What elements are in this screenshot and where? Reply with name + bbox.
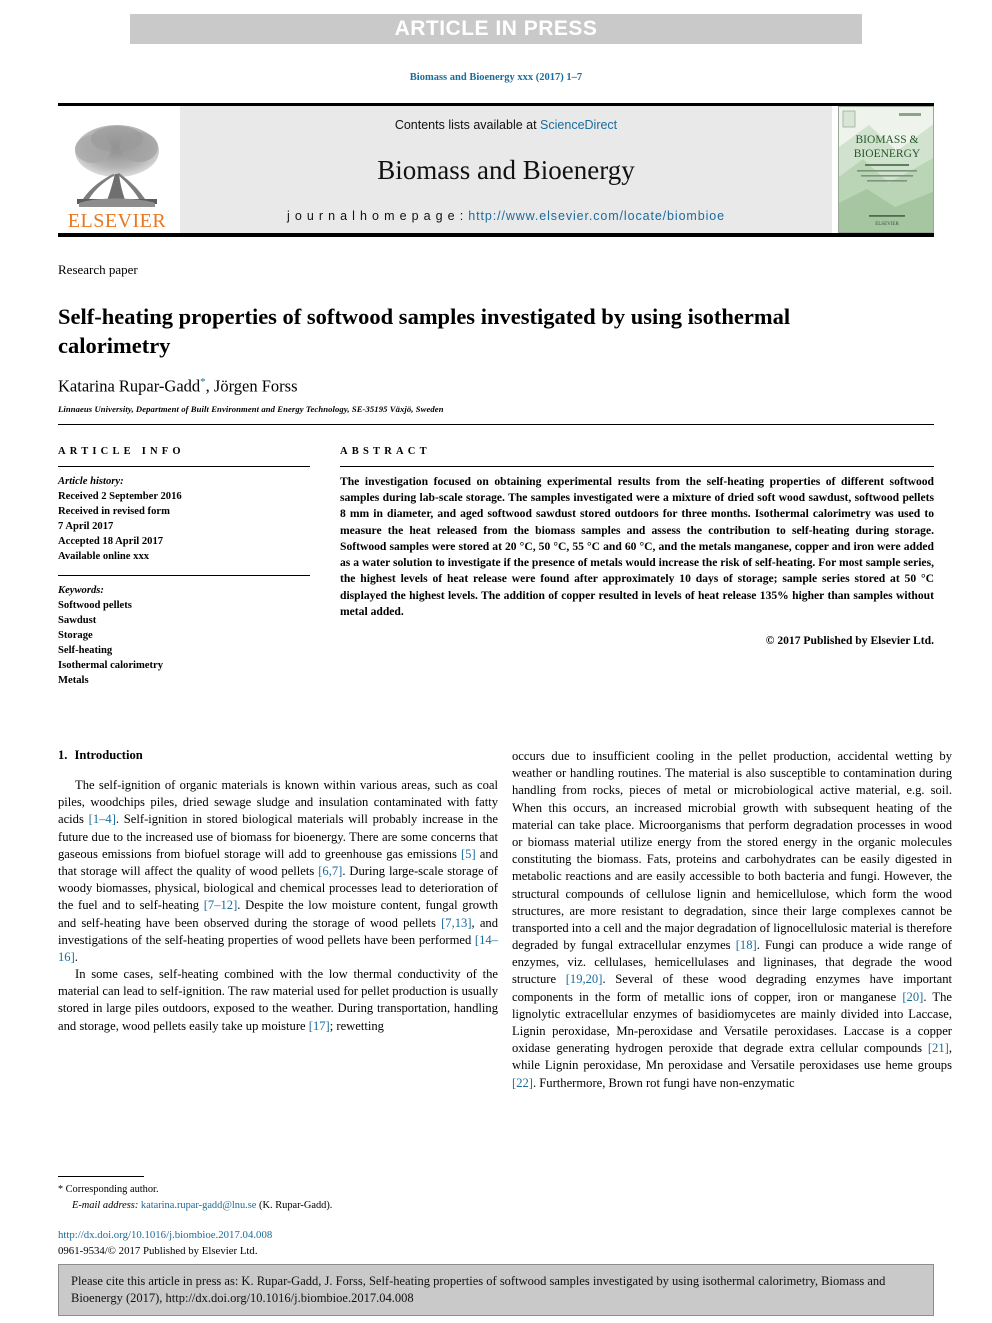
asterisk-icon: * [58, 1184, 63, 1195]
article-in-press-label: ARTICLE IN PRESS [394, 17, 598, 40]
article-type-label: Research paper [58, 262, 138, 277]
keyword-item: Softwood pellets [58, 600, 132, 612]
introduction-left-paragraphs: The self-ignition of organic materials i… [58, 777, 498, 1035]
homepage-label: j o u r n a l h o m e p a g e : [287, 209, 469, 223]
reference-citation-link[interactable]: [20] [902, 990, 923, 1004]
citation-notice-text: Please cite this article in press as: K.… [71, 1274, 886, 1305]
author-affiliation: Linnaeus University, Department of Built… [58, 404, 444, 414]
journal-cover-thumbnail: BIOMASS & BIOENERGY ELSEVIER [838, 106, 934, 233]
introduction-right-paragraphs: occurs due to insufficient cooling in th… [512, 748, 952, 1092]
corresponding-author-footnote: * Corresponding author. E-mail address: … [58, 1176, 498, 1213]
journal-homepage-line: j o u r n a l h o m e p a g e : http://w… [287, 209, 725, 223]
doi-block: http://dx.doi.org/10.1016/j.biombioe.201… [58, 1228, 498, 1259]
elsevier-logo: ELSEVIER [58, 106, 176, 233]
footnote-corresponding-line: * Corresponding author. [58, 1182, 498, 1198]
article-in-press-banner: ARTICLE IN PRESS [130, 14, 862, 44]
keywords-label: Keywords: [58, 585, 104, 597]
author-list: Katarina Rupar-Gadd*, Jörgen Forss [58, 376, 298, 397]
issn-copyright-line: 0961-9534/© 2017 Published by Elsevier L… [58, 1244, 258, 1257]
keyword-item: Metals [58, 675, 89, 687]
paragraph-text: occurs due to insufficient cooling in th… [512, 749, 952, 953]
reference-citation-link[interactable]: [19,20] [566, 972, 603, 986]
keyword-item: Storage [58, 630, 93, 642]
body-column-left: 1. Introduction The self-ignition of orga… [58, 748, 498, 1035]
page-title: Self-heating properties of softwood samp… [58, 304, 791, 358]
reference-citation-link[interactable]: [1–4] [89, 812, 116, 826]
body-paragraph: The self-ignition of organic materials i… [58, 777, 498, 966]
svg-text:BIOMASS &: BIOMASS & [856, 134, 919, 146]
journal-masthead: ELSEVIER Contents lists available at Sci… [58, 103, 934, 237]
body-column-right: occurs due to insufficient cooling in th… [512, 748, 952, 1092]
body-paragraph: In some cases, self-heating combined wit… [58, 966, 498, 1035]
history-item: 7 April 2017 [58, 521, 114, 533]
reference-citation-link[interactable]: [6,7] [318, 864, 342, 878]
reference-citation-link[interactable]: [22] [512, 1076, 533, 1090]
paragraph-text: ; rewetting [329, 1018, 384, 1033]
section-title-text: Introduction [74, 748, 143, 762]
article-info-rule [58, 466, 310, 467]
svg-text:BIOENERGY: BIOENERGY [854, 148, 921, 160]
section-number: 1. [58, 748, 68, 762]
body-paragraph: occurs due to insufficient cooling in th… [512, 748, 952, 1092]
email-address-label: E-mail address: [72, 1199, 139, 1211]
reference-citation-link[interactable]: [17] [309, 1019, 330, 1033]
elsevier-wordmark: ELSEVIER [67, 210, 167, 232]
section-heading-introduction: 1. Introduction [58, 748, 498, 763]
journal-running-head: Biomass and Bioenergy xxx (2017) 1–7 [409, 72, 583, 83]
footnote-email-line: E-mail address: katarina.rupar-gadd@lnu.… [58, 1198, 498, 1213]
footnote-divider [58, 1176, 144, 1177]
journal-band: Contents lists available at ScienceDirec… [180, 106, 832, 233]
paragraph-text: . [74, 949, 78, 964]
keywords-group: Keywords: Softwood pellets Sawdust Stora… [58, 583, 310, 688]
journal-title: Biomass and Bioenergy [377, 155, 635, 185]
abstract-heading: ABSTRACT [340, 446, 431, 457]
email-link[interactable]: katarina.rupar-gadd@lnu.se [141, 1200, 257, 1211]
reference-citation-link[interactable]: [7–12] [204, 898, 238, 912]
reference-citation-link[interactable]: [7,13] [441, 916, 471, 930]
keyword-item: Isothermal calorimetry [58, 660, 164, 672]
masthead-bottom-rule [58, 233, 934, 237]
article-history-label: Article history: [58, 476, 124, 487]
abstract-body: The investigation focused on obtaining e… [340, 475, 934, 618]
article-info-heading: ARTICLE INFO [58, 446, 185, 457]
abstract-rule [340, 466, 934, 467]
author-primary: Katarina Rupar-Gadd [58, 376, 201, 396]
title-block-divider [58, 424, 934, 425]
elsevier-tree-icon [75, 125, 159, 207]
paragraph-text: In some cases, self-heating combined wit… [58, 967, 498, 1033]
history-item: Received in revised form [58, 506, 170, 518]
contents-prefix: Contents lists available at [394, 118, 541, 132]
keyword-item: Sawdust [58, 615, 97, 627]
corresponding-author-text: Corresponding author. [65, 1184, 159, 1195]
contents-line: Contents lists available at ScienceDirec… [395, 118, 617, 132]
history-item: Received 2 September 2016 [58, 491, 182, 503]
abstract-column: ABSTRACT The investigation focused on ob… [340, 446, 934, 647]
paragraph-text: . Self-ignition in stored biological mat… [58, 812, 498, 861]
citation-notice-box: Please cite this article in press as: K.… [58, 1264, 934, 1317]
keywords-rule [58, 575, 310, 577]
doi-link[interactable]: http://dx.doi.org/10.1016/j.biombioe.201… [58, 1228, 498, 1244]
reference-citation-link[interactable]: [18] [736, 938, 757, 952]
abstract-copyright: © 2017 Published by Elsevier Ltd. [765, 633, 934, 647]
history-item: Available online xxx [58, 551, 150, 563]
history-item: Accepted 18 April 2017 [58, 536, 164, 548]
reference-citation-link[interactable]: [5] [461, 847, 476, 861]
paragraph-text: . Furthermore, Brown rot fungi have non-… [532, 1075, 795, 1090]
keyword-item: Self-heating [58, 645, 113, 657]
svg-text:ELSEVIER: ELSEVIER [875, 222, 899, 227]
article-history-group: Article history: Received 2 September 20… [58, 474, 310, 564]
journal-cover-art: BIOMASS & BIOENERGY ELSEVIER [839, 107, 933, 232]
author-secondary: , Jörgen Forss [205, 376, 298, 396]
sciencedirect-link[interactable]: ScienceDirect [540, 118, 617, 132]
email-owner: (K. Rupar-Gadd). [259, 1199, 333, 1211]
reference-citation-link[interactable]: [21] [928, 1041, 949, 1055]
journal-homepage-link[interactable]: http://www.elsevier.com/locate/biombioe [468, 209, 725, 223]
article-info-column: ARTICLE INFO Article history: Received 2… [58, 446, 310, 688]
